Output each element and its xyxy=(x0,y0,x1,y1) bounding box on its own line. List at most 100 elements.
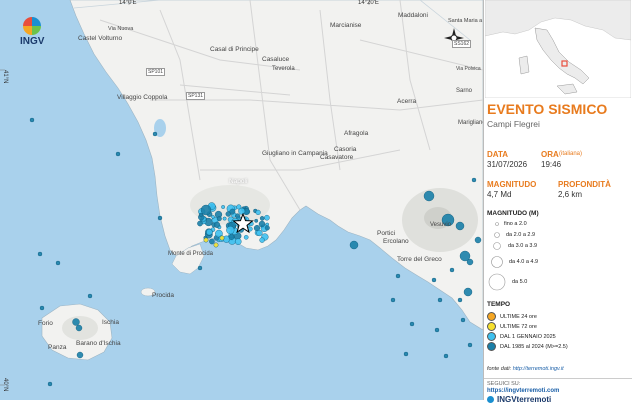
source-label-text: fonte dati: xyxy=(487,366,512,372)
earthquake-dot[interactable] xyxy=(449,267,455,273)
earthquake-dot[interactable] xyxy=(228,234,235,240)
earthquake-dot[interactable] xyxy=(221,205,226,209)
earthquake-dot[interactable] xyxy=(264,225,270,231)
earthquake-dot[interactable] xyxy=(235,213,241,219)
earthquake-dot[interactable] xyxy=(460,317,466,323)
place-procida: Procida xyxy=(152,292,175,299)
earthquake-dot[interactable] xyxy=(254,218,259,223)
earthquake-dot[interactable] xyxy=(259,216,265,221)
earthquake-dot[interactable] xyxy=(431,277,437,283)
earthquake-dot[interactable] xyxy=(434,327,440,333)
time-legend-item: DAL 1985 al 2024 (M>=2.5) xyxy=(487,342,568,351)
info-panel: EVENTO SISMICO Campi Flegrei DATA 31/07/… xyxy=(483,0,632,404)
earthquake-dot[interactable] xyxy=(72,318,80,326)
earthquake-dot[interactable] xyxy=(471,177,477,183)
date-label: DATA xyxy=(487,150,509,159)
earthquake-dot[interactable] xyxy=(213,242,219,248)
social-url[interactable]: https://ingvterremoti.com xyxy=(487,388,559,394)
mag-legend-circles xyxy=(488,222,506,291)
earthquake-dot[interactable] xyxy=(255,209,261,216)
place-ischia: Ischia xyxy=(102,319,119,326)
ingv-logo: INGV xyxy=(20,17,46,47)
earthquake-dot[interactable] xyxy=(259,237,265,243)
place-vesuvio: Vesuvio xyxy=(430,222,452,228)
earthquake-dot[interactable] xyxy=(474,236,482,244)
time-legend-item: ULTIME 24 ore xyxy=(487,312,537,321)
earthquake-dot[interactable] xyxy=(463,287,473,297)
earthquake-dot[interactable] xyxy=(395,273,401,279)
logo-text: INGV xyxy=(20,36,45,47)
place-via-polvica: Via Polvica xyxy=(456,66,481,72)
place-santa-maria: Santa Maria a Vico xyxy=(448,18,483,24)
base-map xyxy=(0,0,483,400)
place-sarno: Sarno xyxy=(456,88,473,94)
earthquake-dot[interactable] xyxy=(39,305,45,311)
place-casoria: Casoria xyxy=(334,146,357,153)
source-label: fonte dati: http://terremoti.ingv.it xyxy=(487,366,564,372)
place-casal-di-principe: Casal di Principe xyxy=(210,46,259,53)
mag-item-4: da 4.0 a 4.9 xyxy=(509,259,539,265)
time-legend-title: TEMPO xyxy=(487,301,511,308)
time-legend-label: DAL 1985 al 2024 (M>=2.5) xyxy=(500,343,568,350)
earthquake-dot[interactable] xyxy=(157,215,163,221)
place-marcianise: Marcianise xyxy=(330,22,362,29)
earthquake-dot[interactable] xyxy=(349,240,359,250)
earthquake-dot[interactable] xyxy=(466,258,474,266)
earthquake-dot[interactable] xyxy=(423,190,435,202)
italy-inset-map xyxy=(485,0,631,98)
earthquake-dot[interactable] xyxy=(409,321,415,327)
time-legend-label: ULTIME 24 ore xyxy=(500,313,537,320)
earthquake-dot[interactable] xyxy=(457,297,463,303)
legend-dot-icon xyxy=(487,342,496,351)
legend-dot-icon xyxy=(487,312,496,321)
earthquake-dot[interactable] xyxy=(219,235,225,241)
earthquake-dot[interactable] xyxy=(75,324,83,332)
earthquake-dot[interactable] xyxy=(226,226,235,235)
earthquake-dot[interactable] xyxy=(29,117,35,123)
earthquake-dot[interactable] xyxy=(197,220,203,227)
earthquake-dot[interactable] xyxy=(390,297,396,303)
place-torre-del-greco: Torre del Greco xyxy=(397,256,442,263)
earthquake-dot[interactable] xyxy=(258,220,266,228)
earthquake-dot[interactable] xyxy=(264,214,270,221)
earthquake-dot[interactable] xyxy=(256,229,263,237)
earthquake-dot[interactable] xyxy=(467,342,473,348)
earthquake-dot[interactable] xyxy=(443,353,449,359)
earthquake-dot[interactable] xyxy=(213,221,221,228)
earthquake-dot[interactable] xyxy=(437,297,443,303)
earthquake-dot[interactable] xyxy=(222,216,227,221)
earthquake-dot[interactable] xyxy=(455,221,465,231)
place-villaggio-coppola: Villaggio Coppola xyxy=(117,94,168,101)
earthquake-dot[interactable] xyxy=(37,251,43,257)
earthquake-dot[interactable] xyxy=(238,207,246,215)
earthquake-dot[interactable] xyxy=(229,208,236,215)
place-teverola: Teverola xyxy=(272,66,295,72)
earthquake-dot[interactable] xyxy=(203,237,209,243)
place-acerra: Acerra xyxy=(397,98,417,105)
time-legend-item: ULTIME 72 ore xyxy=(487,322,537,331)
source-link[interactable]: http://terremoti.ingv.it xyxy=(513,366,564,372)
earthquake-dot[interactable] xyxy=(198,212,203,217)
earthquake-dot[interactable] xyxy=(152,131,158,137)
earthquake-dot[interactable] xyxy=(47,381,53,387)
time-legend-label: DAL 1 GENNAIO 2025 xyxy=(500,333,556,340)
earthquake-dot[interactable] xyxy=(216,216,222,222)
earthquake-dot[interactable] xyxy=(243,234,249,240)
earthquake-dot[interactable] xyxy=(200,204,212,216)
earthquake-dot[interactable] xyxy=(55,260,61,266)
earthquake-dot[interactable] xyxy=(87,293,93,299)
earthquake-dot[interactable] xyxy=(115,151,121,157)
place-sp101: SP101 xyxy=(146,68,166,76)
earthquake-dot[interactable] xyxy=(206,228,213,236)
earthquake-dot[interactable] xyxy=(234,238,242,245)
earthquake-dot[interactable] xyxy=(76,351,84,359)
earthquake-dot[interactable] xyxy=(403,351,409,357)
earthquake-dot[interactable] xyxy=(211,215,215,219)
magnitude-label: MAGNITUDO xyxy=(487,180,537,189)
place-barano: Barano d'Ischia xyxy=(76,340,121,347)
earthquake-dot[interactable] xyxy=(197,265,203,271)
place-ercolano: Ercolano xyxy=(383,238,409,245)
earthquake-dot[interactable] xyxy=(209,238,215,245)
map-area[interactable]: 14°0'E 14°20'E 41°N 40°N INGV Castel Vol… xyxy=(0,0,483,400)
lat-label-1: 41°N xyxy=(2,70,8,84)
